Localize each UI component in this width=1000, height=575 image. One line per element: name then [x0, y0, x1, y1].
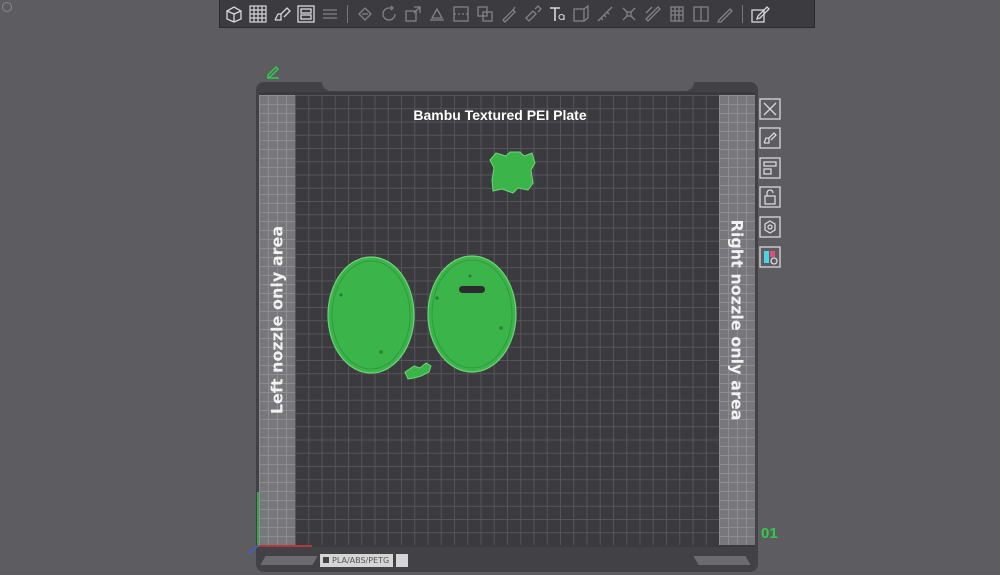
- plate-edit-icon[interactable]: [265, 63, 281, 79]
- plate-bottom-square[interactable]: [396, 553, 409, 567]
- assembly-icon[interactable]: [618, 3, 640, 25]
- text-icon[interactable]: [546, 3, 568, 25]
- variable-layer-icon[interactable]: [666, 3, 688, 25]
- model-left-oval[interactable]: [327, 256, 415, 374]
- arrange-plate-icon[interactable]: [759, 157, 781, 179]
- split-icon[interactable]: [690, 3, 712, 25]
- mesh-boolean-icon[interactable]: [474, 3, 496, 25]
- move-icon[interactable]: [354, 3, 376, 25]
- plate-settings-icon[interactable]: [759, 216, 781, 238]
- left-nozzle-area: Left nozzle only area: [259, 95, 295, 545]
- top-toolbar: [219, 0, 815, 28]
- seam-paint-icon[interactable]: [522, 3, 544, 25]
- plate-bottom-strip: PLA/ABS/PETG: [320, 553, 420, 567]
- filament-grid-icon: [323, 557, 329, 563]
- scale-icon[interactable]: [402, 3, 424, 25]
- filament-map-icon[interactable]: [759, 246, 781, 268]
- plate-title: Bambu Textured PEI Plate: [413, 107, 587, 123]
- filament-type-badge[interactable]: PLA/ABS/PETG: [320, 553, 394, 567]
- right-nozzle-label: Right nozzle only area: [727, 219, 747, 421]
- corner-settings-icon[interactable]: [2, 2, 12, 12]
- auto-orient-icon[interactable]: [271, 3, 293, 25]
- add-cube-icon[interactable]: [223, 3, 245, 25]
- plate-bottom-left-bar: [260, 556, 318, 565]
- lay-on-face-icon[interactable]: [426, 3, 448, 25]
- measure-icon[interactable]: [594, 3, 616, 25]
- left-nozzle-label: Left nozzle only area: [267, 225, 287, 415]
- cut-icon[interactable]: [450, 3, 472, 25]
- model-square-clip[interactable]: [489, 151, 536, 194]
- toolbar-separator: [347, 4, 348, 23]
- lock-plate-icon[interactable]: [759, 186, 781, 208]
- filament-type-label: PLA/ABS/PETG: [332, 555, 390, 565]
- color-paint-icon[interactable]: [570, 3, 592, 25]
- close-plate-icon[interactable]: [759, 98, 781, 120]
- model-right-oval[interactable]: [427, 255, 517, 373]
- layers-icon[interactable]: [319, 3, 341, 25]
- brim-ears-icon[interactable]: [642, 3, 664, 25]
- pencil-icon[interactable]: [714, 3, 736, 25]
- axes-indicator: [247, 492, 312, 555]
- rotate-icon[interactable]: [378, 3, 400, 25]
- plate-top-notch: [322, 82, 694, 91]
- support-paint-icon[interactable]: [498, 3, 520, 25]
- auto-orient-plate-icon[interactable]: [759, 127, 781, 149]
- right-nozzle-area: Right nozzle only area: [719, 95, 755, 545]
- plate-index-number[interactable]: 01: [761, 525, 778, 542]
- z-axis-line: [247, 545, 259, 555]
- grid-icon[interactable]: [247, 3, 269, 25]
- arrange-icon[interactable]: [295, 3, 317, 25]
- toolbar-separator: [742, 4, 743, 23]
- plate-bottom-right-bar: [693, 556, 751, 565]
- edit-object-icon[interactable]: [749, 3, 771, 25]
